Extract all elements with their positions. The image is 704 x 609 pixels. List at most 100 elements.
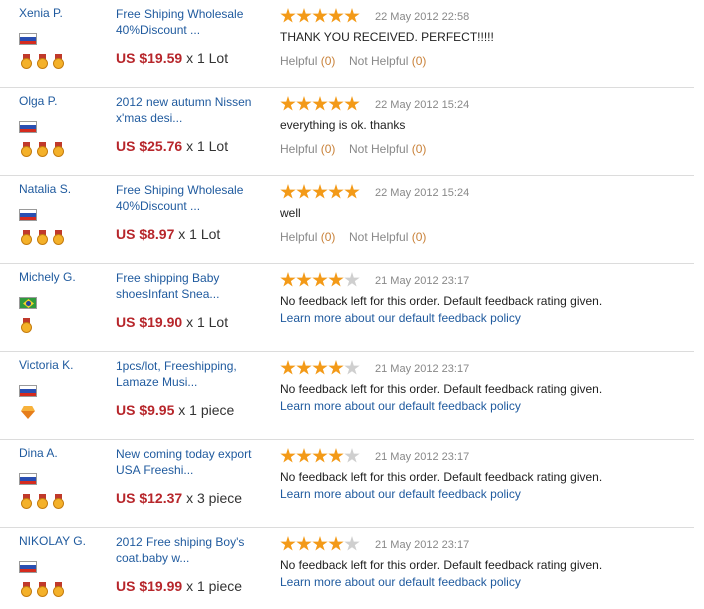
flag-russia-icon <box>19 473 37 485</box>
star-rating <box>280 184 360 200</box>
medal-icon <box>21 54 32 69</box>
flag-stripe <box>20 40 36 44</box>
product-link[interactable]: New coming today export USA Freeshi... <box>116 446 266 478</box>
star-filled-icon <box>312 536 328 551</box>
star-filled-icon <box>280 8 296 23</box>
product-link[interactable]: Free Shiping Wholesale 40%Discount ... <box>116 6 266 38</box>
star-filled-icon <box>312 360 328 375</box>
feedback-comment: No feedback left for this order. Default… <box>280 470 603 484</box>
star-filled-icon <box>344 184 360 199</box>
star-filled-icon <box>280 272 296 287</box>
not-helpful-label: Not Helpful <box>349 54 409 68</box>
star-empty-icon <box>344 448 360 463</box>
helpful-button[interactable]: Helpful (0) <box>280 142 335 156</box>
star-filled-icon <box>280 184 296 199</box>
feedback-date: 22 May 2012 15:24 <box>375 187 470 199</box>
star-empty-icon <box>344 360 360 375</box>
product-link[interactable]: 1pcs/lot, Freeshipping, Lamaze Musi... <box>116 358 266 390</box>
feedback-row: Natalia S. Free Shiping Wholesale 40%Disc… <box>0 176 694 264</box>
order-quantity: x 1 Lot <box>186 138 229 154</box>
buyer-name-link[interactable]: Xenia P. <box>19 6 63 20</box>
medal-disc <box>21 234 32 245</box>
feedback-date: 21 May 2012 23:17 <box>375 275 470 287</box>
star-filled-icon <box>296 8 312 23</box>
product-link[interactable]: Free Shiping Wholesale 40%Discount ... <box>116 182 266 214</box>
not-helpful-label: Not Helpful <box>349 142 409 156</box>
feedback-date: 21 May 2012 23:17 <box>375 539 470 551</box>
default-feedback-policy-link[interactable]: Learn more about our default feedback po… <box>280 575 521 589</box>
star-filled-icon <box>280 360 296 375</box>
flag-russia-icon <box>19 385 37 397</box>
star-rating <box>280 8 360 24</box>
star-rating <box>280 360 360 376</box>
helpful-count: (0) <box>320 142 336 156</box>
feedback-row: Xenia P. Free Shiping Wholesale 40%Discou… <box>0 0 694 88</box>
medal-icon <box>21 230 32 245</box>
medal-icon <box>37 582 48 597</box>
star-empty-icon <box>344 536 360 551</box>
not-helpful-button[interactable]: Not Helpful (0) <box>349 142 426 156</box>
order-quantity: x 1 piece <box>178 402 235 418</box>
product-link[interactable]: Free shipping Baby shoesInfant Snea... <box>116 270 266 302</box>
diamond-top <box>21 406 35 411</box>
star-filled-icon <box>344 96 360 111</box>
order-price: US $19.90 x 1 Lot <box>116 314 228 330</box>
order-quantity: x 1 piece <box>186 578 243 594</box>
product-link[interactable]: 2012 Free shiping Boy's coat.baby w... <box>116 534 266 566</box>
medal-icon <box>21 318 32 333</box>
order-quantity: x 1 Lot <box>178 226 221 242</box>
star-filled-icon <box>296 272 312 287</box>
medal-disc <box>37 586 48 597</box>
medal-disc <box>53 58 64 69</box>
medal-disc <box>53 498 64 509</box>
medal-disc <box>21 586 32 597</box>
not-helpful-button[interactable]: Not Helpful (0) <box>349 230 426 244</box>
medal-icon <box>37 142 48 157</box>
helpful-count: (0) <box>320 54 336 68</box>
helpful-label: Helpful <box>280 54 318 68</box>
medal-disc <box>37 498 48 509</box>
product-link[interactable]: 2012 new autumn Nissen x'mas desi... <box>116 94 266 126</box>
star-filled-icon <box>312 8 328 23</box>
feedback-row: Michely G. Free shipping Baby shoesInfant… <box>0 264 694 352</box>
buyer-name-link[interactable]: Natalia S. <box>19 182 71 196</box>
order-price: US $25.76 x 1 Lot <box>116 138 228 154</box>
star-rating <box>280 96 360 112</box>
star-filled-icon <box>312 272 328 287</box>
feedback-comment: well <box>280 206 301 220</box>
star-filled-icon <box>296 448 312 463</box>
feedback-date: 21 May 2012 23:17 <box>375 363 470 375</box>
buyer-name-link[interactable]: Olga P. <box>19 94 57 108</box>
feedback-row: Victoria K. 1pcs/lot, Freeshipping, Lamaz… <box>0 352 694 440</box>
flag-brazil-icon <box>19 297 37 309</box>
default-feedback-policy-link[interactable]: Learn more about our default feedback po… <box>280 399 521 413</box>
price-value: US $19.99 <box>116 578 183 594</box>
medal-icon <box>37 230 48 245</box>
flag-russia-icon <box>19 209 37 221</box>
star-filled-icon <box>328 184 344 199</box>
default-feedback-policy-link[interactable]: Learn more about our default feedback po… <box>280 487 521 501</box>
buyer-level-badges <box>21 54 69 70</box>
medal-disc <box>53 586 64 597</box>
buyer-name-link[interactable]: NIKOLAY G. <box>19 534 86 548</box>
medal-icon <box>37 54 48 69</box>
buyer-level-badges <box>21 230 69 246</box>
buyer-name-link[interactable]: Michely G. <box>19 270 76 284</box>
medal-icon <box>21 142 32 157</box>
feedback-list: Xenia P. Free Shiping Wholesale 40%Discou… <box>0 0 694 609</box>
helpful-button[interactable]: Helpful (0) <box>280 230 335 244</box>
medal-disc <box>21 498 32 509</box>
medal-icon <box>21 494 32 509</box>
feedback-comment: No feedback left for this order. Default… <box>280 382 603 396</box>
feedback-comment: No feedback left for this order. Default… <box>280 294 603 308</box>
medal-icon <box>37 494 48 509</box>
medal-disc <box>37 234 48 245</box>
buyer-name-link[interactable]: Dina A. <box>19 446 58 460</box>
default-feedback-policy-link[interactable]: Learn more about our default feedback po… <box>280 311 521 325</box>
helpful-button[interactable]: Helpful (0) <box>280 54 335 68</box>
medal-disc <box>21 58 32 69</box>
not-helpful-button[interactable]: Not Helpful (0) <box>349 54 426 68</box>
medal-disc <box>53 234 64 245</box>
price-value: US $9.95 <box>116 402 175 418</box>
buyer-name-link[interactable]: Victoria K. <box>19 358 73 372</box>
